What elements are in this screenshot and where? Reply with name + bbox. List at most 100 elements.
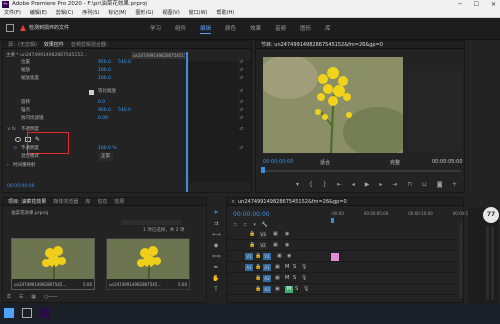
reset-icon[interactable]: ↺	[239, 126, 243, 134]
add-marker-icon[interactable]: ▾	[253, 222, 256, 228]
tab-effects[interactable]: 效果	[250, 24, 261, 34]
selection-tool-icon[interactable]: ➤	[212, 209, 220, 217]
timeline-scrollbar[interactable]	[459, 222, 463, 298]
solo-button[interactable]: S	[295, 286, 298, 292]
home-icon[interactable]	[6, 24, 14, 32]
fit-select[interactable]: 适合	[320, 159, 330, 166]
premiere-taskbar-icon[interactable]	[40, 308, 50, 318]
task-view-icon[interactable]	[22, 308, 32, 318]
tab-effect-controls[interactable]: 效果控件	[44, 41, 64, 48]
track-select-tool-icon[interactable]: ⇉	[212, 220, 220, 228]
zoom-slider[interactable]: ○───	[44, 294, 57, 300]
razor-tool-icon[interactable]: ◆	[212, 242, 220, 250]
tab-libraries[interactable]: 库	[85, 198, 90, 205]
project-search-input[interactable]	[121, 220, 181, 225]
reset-icon[interactable]: ↺	[239, 107, 243, 115]
project-item[interactable]: un24749914982867545... 5:00	[106, 238, 190, 290]
extract-icon[interactable]: ⊔	[422, 181, 427, 188]
tab-editing[interactable]: 编辑	[200, 24, 212, 34]
mute-button[interactable]: M	[285, 264, 289, 270]
lock-icon[interactable]: 🔒	[255, 275, 261, 281]
tab-project[interactable]: 项目: 油菜花效果	[8, 198, 46, 205]
reset-icon[interactable]: ↺	[239, 99, 243, 107]
reset-icon[interactable]: ↺	[239, 67, 243, 75]
menu-window[interactable]: 窗口(W)	[189, 9, 208, 17]
lock-icon[interactable]: 🔒	[255, 253, 261, 259]
track-v2[interactable]: 🔒 V2 ▣ ◉	[227, 241, 463, 251]
tab-info[interactable]: 信息	[97, 198, 107, 205]
tab-graphics[interactable]: 图形	[300, 24, 311, 34]
lock-icon[interactable]: 🔒	[249, 231, 255, 237]
linked-selection-icon[interactable]: ⊂	[243, 222, 247, 228]
reset-icon[interactable]: ↺	[239, 88, 243, 96]
track-v3[interactable]: 🔒 V3 ▣ ◉	[227, 230, 463, 240]
tab-audio-clip-mixer[interactable]: 音频剪辑混合器：	[71, 41, 111, 48]
step-forward-icon[interactable]: ▸	[379, 181, 382, 188]
voiceover-icon[interactable]: 🎙	[301, 275, 307, 281]
reset-icon[interactable]: ↺	[239, 145, 243, 153]
go-to-in-icon[interactable]: ⇤	[337, 181, 342, 188]
ripple-edit-tool-icon[interactable]: ⟷	[212, 231, 221, 239]
tab-assembly[interactable]: 组件	[175, 24, 186, 34]
add-button[interactable]: +	[452, 181, 457, 188]
lock-icon[interactable]: 🔒	[249, 242, 255, 248]
sync-lock-icon[interactable]: ▣	[273, 231, 278, 237]
reset-icon[interactable]: ↺	[239, 59, 243, 67]
tab-color[interactable]: 颜色	[225, 24, 236, 34]
wrench-icon[interactable]: 🔧	[262, 222, 268, 228]
lift-icon[interactable]: ⊓	[407, 181, 412, 188]
eye-icon[interactable]: ◉	[287, 253, 291, 259]
menu-clip[interactable]: 剪辑(C)	[56, 9, 73, 17]
mark-in-icon[interactable]: {	[309, 181, 313, 188]
lock-icon[interactable]: 🔒	[255, 264, 261, 270]
program-timecode[interactable]: 00:00:00:00	[263, 159, 294, 165]
reset-icon[interactable]: ↺	[239, 75, 243, 83]
step-back-icon[interactable]: ◂	[352, 181, 355, 188]
lock-icon[interactable]: 🔒	[255, 286, 261, 292]
lock-icon[interactable]: ⚿	[7, 294, 11, 300]
type-tool-icon[interactable]: T	[212, 286, 220, 294]
pen-tool-icon[interactable]: ✒	[212, 264, 220, 272]
list-view-icon[interactable]: ☰	[19, 294, 23, 300]
sync-lock-icon[interactable]: ▣	[275, 264, 280, 270]
menu-edit[interactable]: 编辑(E)	[30, 9, 47, 17]
uniform-scale-checkbox[interactable]	[89, 90, 94, 95]
time-ruler[interactable]: :00:00 00:00:05:00 00:00:10:00 00:00:15:…	[331, 211, 477, 216]
sync-lock-icon[interactable]: ▣	[273, 242, 278, 248]
menu-sequence[interactable]: 序列(S)	[82, 9, 99, 17]
slip-tool-icon[interactable]: ⟺	[212, 253, 221, 261]
tab-effects[interactable]: 效果	[114, 198, 124, 205]
timeline-playhead[interactable]	[331, 218, 334, 223]
quality-select[interactable]: 完整	[390, 159, 400, 166]
stopwatch-icon[interactable]: ◷	[13, 145, 17, 153]
sync-lock-icon[interactable]: ▣	[275, 275, 280, 281]
tab-media-browser[interactable]: 媒体浏览器	[53, 198, 78, 205]
go-to-out-icon[interactable]: ⇥	[392, 181, 397, 188]
mark-out-icon[interactable]: }	[323, 181, 327, 188]
play-button[interactable]: ▶	[365, 181, 370, 188]
menu-markers[interactable]: 标记(M)	[108, 9, 126, 17]
video-clip[interactable]	[331, 253, 339, 261]
sequence-tab[interactable]: un24749914982867545152&fm=26&gp=0	[238, 198, 347, 205]
program-playhead[interactable]	[261, 167, 265, 173]
program-video-frame[interactable]	[263, 57, 403, 153]
mute-button[interactable]: M	[285, 275, 289, 281]
menu-help[interactable]: 帮助(H)	[217, 9, 235, 17]
menu-view[interactable]: 视图(V)	[162, 9, 179, 17]
project-item[interactable]: un24749914982867545... 5:00	[11, 238, 95, 290]
expand-icon[interactable]: ∨ fx	[7, 126, 16, 134]
eye-icon[interactable]: ◉	[285, 242, 289, 248]
source-patch-a1[interactable]: A1	[245, 264, 253, 271]
expand-icon[interactable]: ›	[7, 162, 9, 170]
hand-tool-icon[interactable]: ✋	[212, 275, 220, 283]
voiceover-icon[interactable]: 🎙	[301, 264, 307, 270]
source-patch-v1[interactable]: V1	[245, 253, 253, 260]
track-a3[interactable]: 🔒 A3 ▣ M S 🎙	[227, 285, 463, 295]
track-v1[interactable]: V1 🔒 V1 ▣ ◉	[227, 252, 463, 262]
menu-graphics[interactable]: 图形(G)	[136, 9, 154, 17]
effect-controls-timecode[interactable]: 00:00:00:00	[7, 184, 34, 189]
tab-learn[interactable]: 学习	[150, 24, 161, 34]
solo-button[interactable]: S	[293, 275, 296, 281]
icon-view-icon[interactable]: ▦	[31, 294, 36, 300]
solo-button[interactable]: S	[293, 264, 296, 270]
